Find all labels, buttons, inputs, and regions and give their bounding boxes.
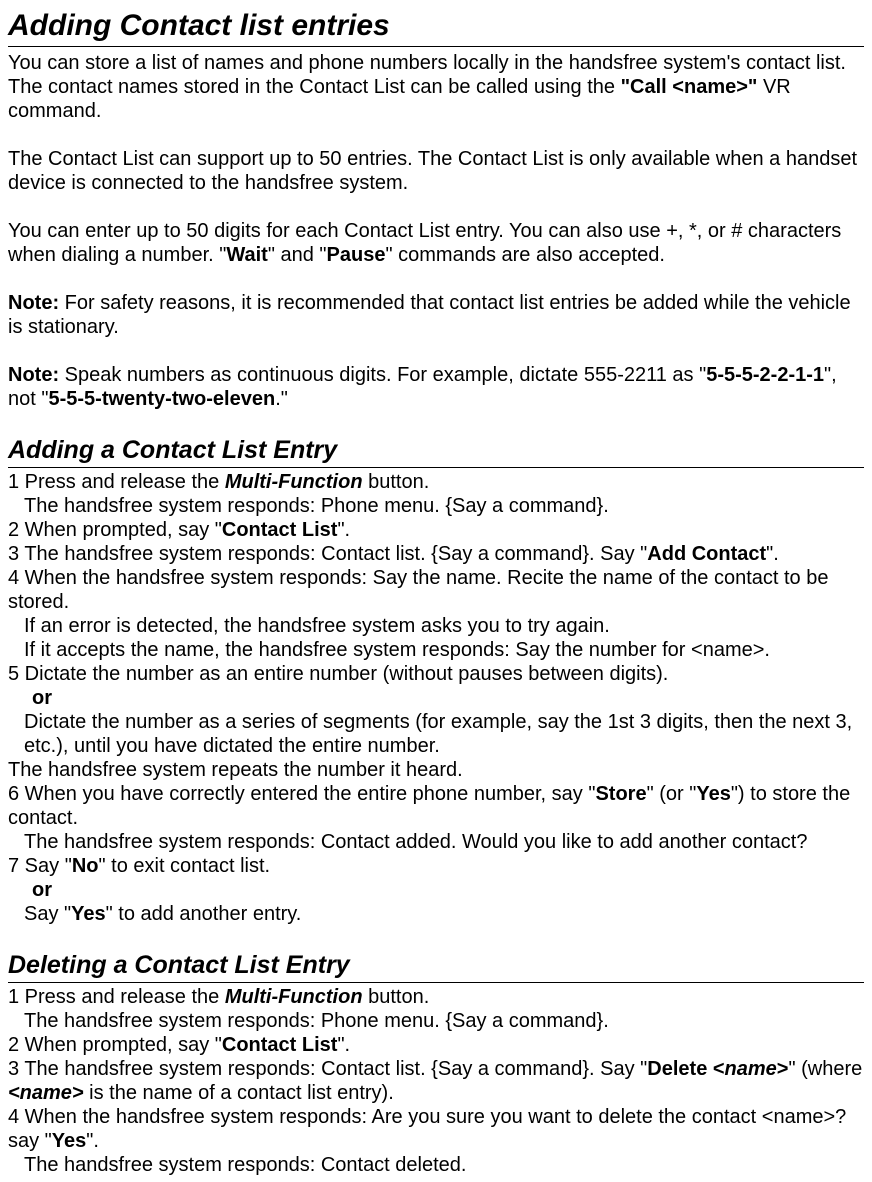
- step-number: 5: [8, 663, 19, 685]
- step-number: 6: [8, 783, 19, 805]
- intro-paragraph: The Contact List can support up to 50 en…: [8, 147, 864, 195]
- step-line: 2 When prompted, say "Contact List".: [8, 518, 864, 542]
- step-detail: Dictate the number as a series of segmen…: [8, 710, 864, 758]
- step-line: 6 When you have correctly entered the en…: [8, 782, 864, 830]
- step-number: 4: [8, 1106, 19, 1128]
- step-detail: The handsfree system responds: Phone men…: [8, 494, 864, 518]
- step-number: 3: [8, 1058, 19, 1080]
- section-title: Deleting a Contact List Entry: [8, 950, 864, 983]
- or-divider: or: [8, 686, 864, 710]
- step-detail: The handsfree system responds: Contact d…: [8, 1153, 864, 1177]
- step-line: 3 The handsfree system responds: Contact…: [8, 1057, 864, 1105]
- step-line: 4 When the handsfree system responds: Ar…: [8, 1105, 864, 1153]
- step-line: 3 The handsfree system responds: Contact…: [8, 542, 864, 566]
- step-number: 3: [8, 543, 19, 565]
- intro-paragraph: You can store a list of names and phone …: [8, 51, 864, 123]
- step-line: 4 When the handsfree system responds: Sa…: [8, 566, 864, 614]
- step-number: 2: [8, 519, 19, 541]
- step-number: 1: [8, 986, 19, 1008]
- or-divider: or: [8, 878, 864, 902]
- section: Adding a Contact List Entry1 Press and r…: [8, 435, 864, 926]
- intro-paragraph: Note: For safety reasons, it is recommen…: [8, 291, 864, 339]
- step-line: 7 Say "No" to exit contact list.: [8, 854, 864, 878]
- section-title: Adding a Contact List Entry: [8, 435, 864, 468]
- intro-paragraph: You can enter up to 50 digits for each C…: [8, 219, 864, 267]
- page-title: Adding Contact list entries: [8, 8, 864, 47]
- step-line: 1 Press and release the Multi-Function b…: [8, 470, 864, 494]
- step-number: 4: [8, 567, 19, 589]
- step-number: 7: [8, 855, 19, 877]
- section: Deleting a Contact List Entry1 Press and…: [8, 950, 864, 1177]
- step-detail: The handsfree system responds: Contact a…: [8, 830, 864, 854]
- step-detail: The handsfree system responds: Phone men…: [8, 1009, 864, 1033]
- intro-block: You can store a list of names and phone …: [8, 51, 864, 411]
- step-number: 1: [8, 471, 19, 493]
- step-line: 5 Dictate the number as an entire number…: [8, 662, 864, 686]
- step-detail: Say "Yes" to add another entry.: [8, 902, 864, 926]
- step-line: 2 When prompted, say "Contact List".: [8, 1033, 864, 1057]
- step-number: 2: [8, 1034, 19, 1056]
- step-line: 1 Press and release the Multi-Function b…: [8, 985, 864, 1009]
- intro-paragraph: Note: Speak numbers as continuous digits…: [8, 363, 864, 411]
- step-detail: If an error is detected, the handsfree s…: [8, 614, 864, 638]
- step-detail: The handsfree system repeats the number …: [8, 758, 864, 782]
- step-detail: If it accepts the name, the handsfree sy…: [8, 638, 864, 662]
